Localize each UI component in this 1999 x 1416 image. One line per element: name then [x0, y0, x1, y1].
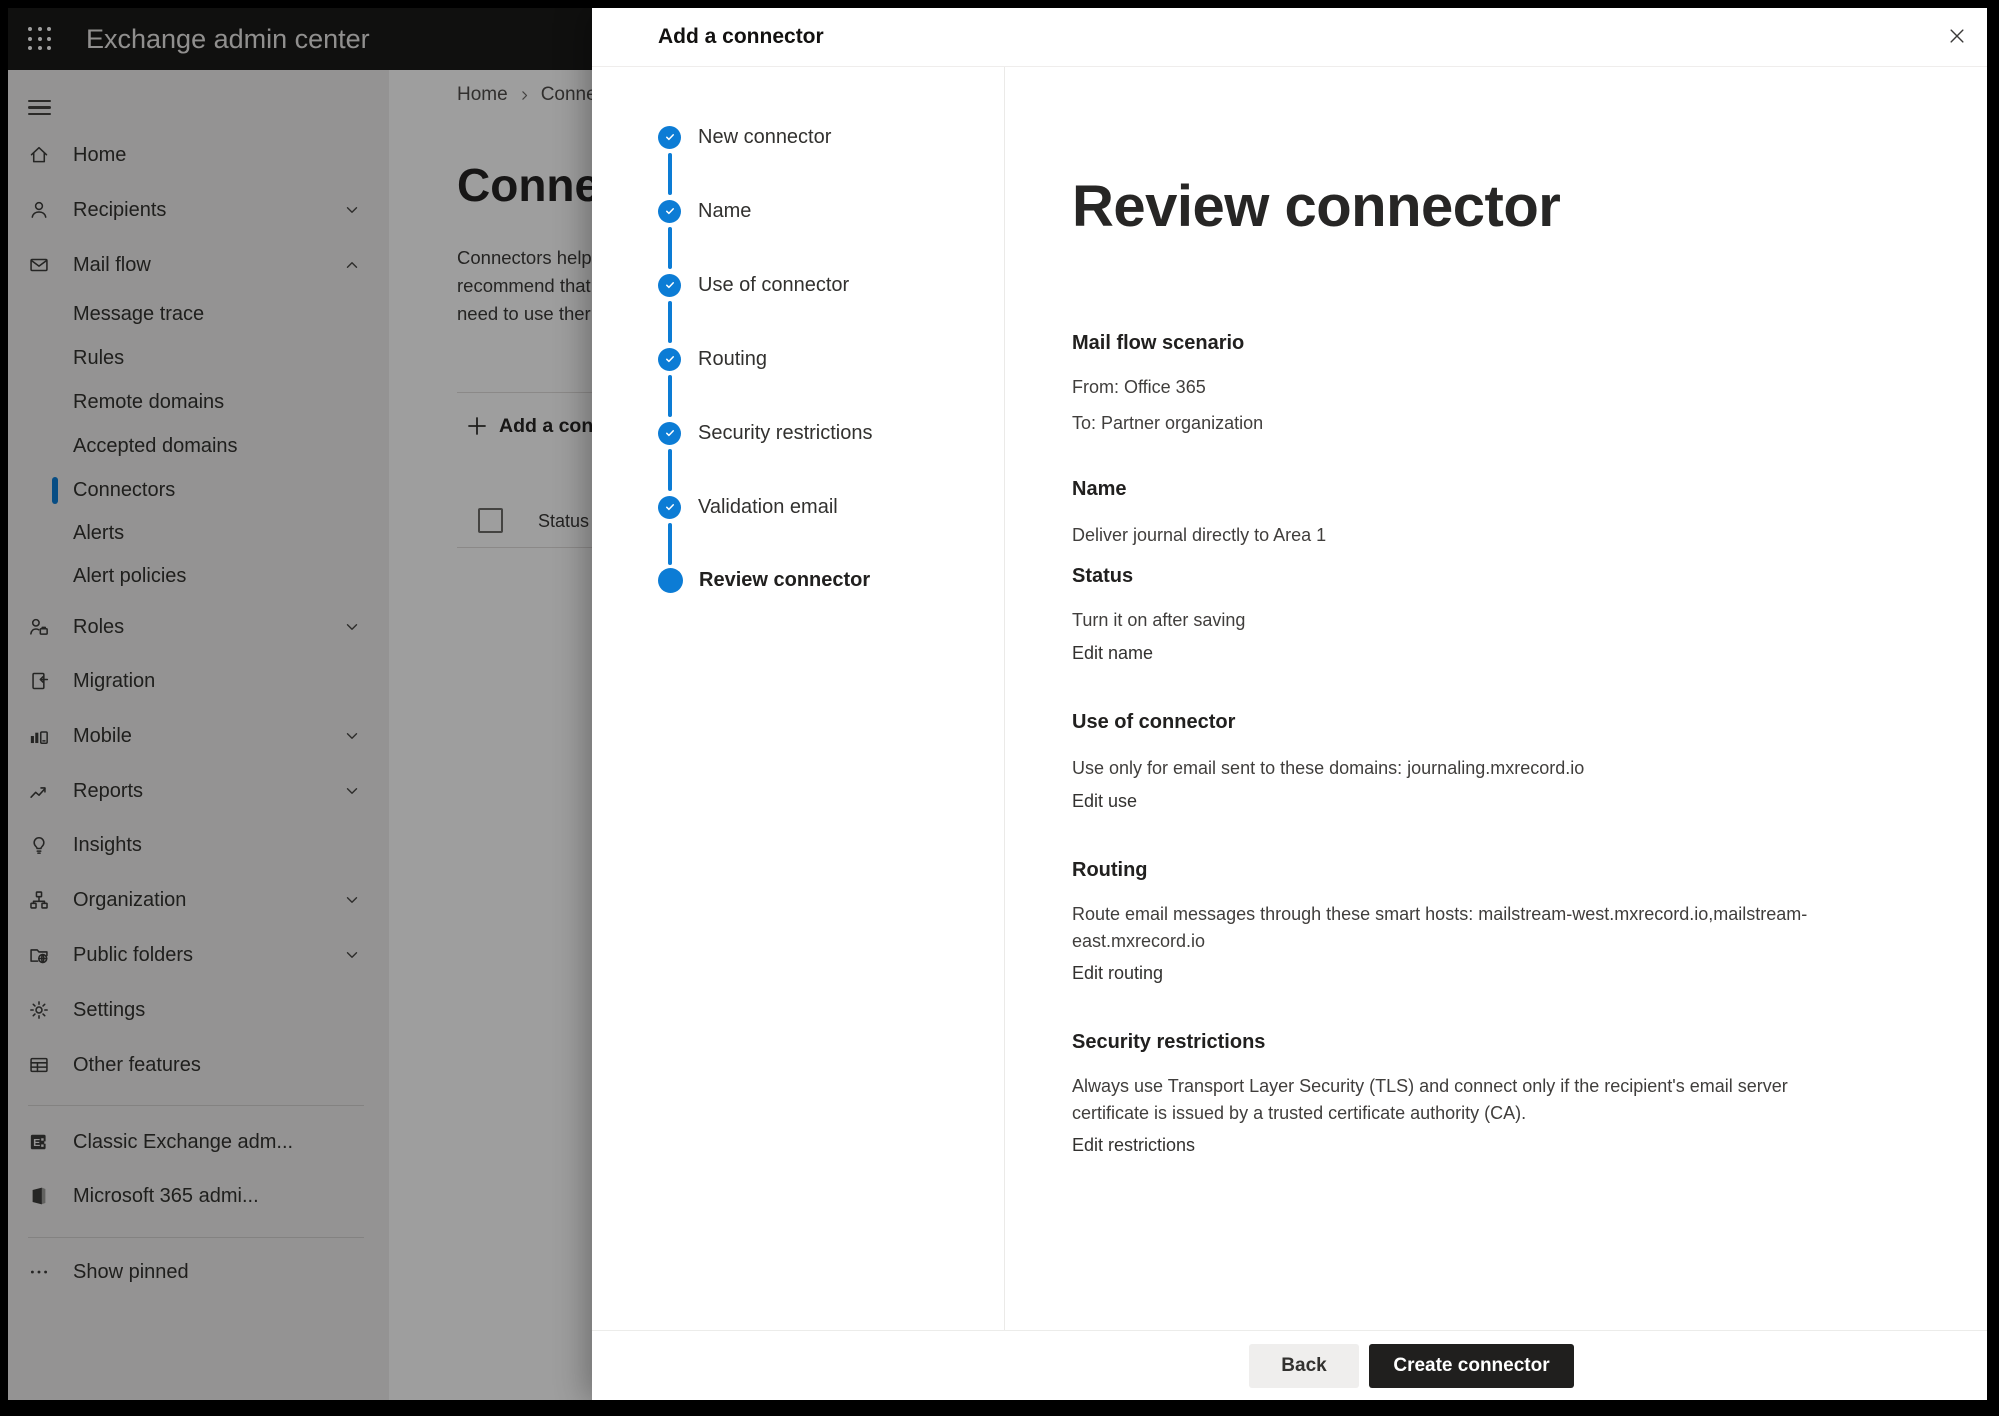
wizard-stepper: New connector Name Use of connector Rout… [592, 67, 1005, 1330]
mail-flow-to: To: Partner organization [1072, 410, 1263, 437]
dialog-title: Add a connector [658, 8, 824, 66]
step-security-restrictions: Security restrictions [658, 421, 873, 445]
step-use-of-connector: Use of connector [658, 273, 849, 297]
dialog-footer: Back Create connector [592, 1330, 1987, 1400]
step-connector-line [668, 523, 672, 565]
step-current-icon [658, 568, 683, 593]
close-icon[interactable] [1939, 18, 1975, 54]
step-label: Review connector [699, 569, 870, 592]
status-value: Turn it on after saving [1072, 607, 1245, 634]
create-connector-button[interactable]: Create connector [1369, 1344, 1574, 1388]
edit-restrictions-link[interactable]: Edit restrictions [1072, 1135, 1195, 1156]
step-routing: Routing [658, 347, 767, 371]
step-label: New connector [698, 126, 831, 149]
step-complete-icon [658, 200, 681, 223]
step-connector-line [668, 153, 672, 195]
security-restrictions-label: Security restrictions [1072, 1031, 1265, 1054]
use-of-connector-label: Use of connector [1072, 711, 1235, 734]
page-frame: Exchange admin center Home Recipients Ma… [8, 8, 1987, 1400]
name-value: Deliver journal directly to Area 1 [1072, 522, 1326, 549]
step-new-connector: New connector [658, 125, 831, 149]
step-review-connector: Review connector [658, 568, 870, 592]
step-label: Validation email [698, 496, 838, 519]
step-connector-line [668, 449, 672, 491]
step-connector-line [668, 375, 672, 417]
status-label: Status [1072, 565, 1133, 588]
step-complete-icon [658, 274, 681, 297]
dialog-header: Add a connector [592, 8, 1987, 67]
add-connector-dialog: Add a connector New connector Name Use o… [592, 8, 1987, 1400]
routing-label: Routing [1072, 859, 1148, 882]
step-label: Use of connector [698, 274, 849, 297]
step-name: Name [658, 199, 751, 223]
step-connector-line [668, 301, 672, 343]
name-label: Name [1072, 478, 1126, 501]
step-complete-icon [658, 126, 681, 149]
security-restrictions-value: Always use Transport Layer Security (TLS… [1072, 1073, 1857, 1127]
step-label: Security restrictions [698, 422, 873, 445]
step-complete-icon [658, 348, 681, 371]
step-complete-icon [658, 422, 681, 445]
edit-use-link[interactable]: Edit use [1072, 791, 1137, 812]
back-button[interactable]: Back [1249, 1344, 1359, 1388]
step-validation-email: Validation email [658, 495, 838, 519]
edit-routing-link[interactable]: Edit routing [1072, 963, 1163, 984]
step-label: Name [698, 200, 751, 223]
review-heading: Review connector [1072, 173, 1560, 240]
step-label: Routing [698, 348, 767, 371]
routing-value: Route email messages through these smart… [1072, 901, 1852, 955]
step-complete-icon [658, 496, 681, 519]
mail-flow-scenario-label: Mail flow scenario [1072, 332, 1244, 355]
review-panel: Review connector Mail flow scenario From… [1005, 67, 1987, 1330]
mail-flow-from: From: Office 365 [1072, 374, 1206, 401]
use-of-connector-value: Use only for email sent to these domains… [1072, 755, 1584, 782]
step-connector-line [668, 227, 672, 269]
edit-name-link[interactable]: Edit name [1072, 643, 1153, 664]
